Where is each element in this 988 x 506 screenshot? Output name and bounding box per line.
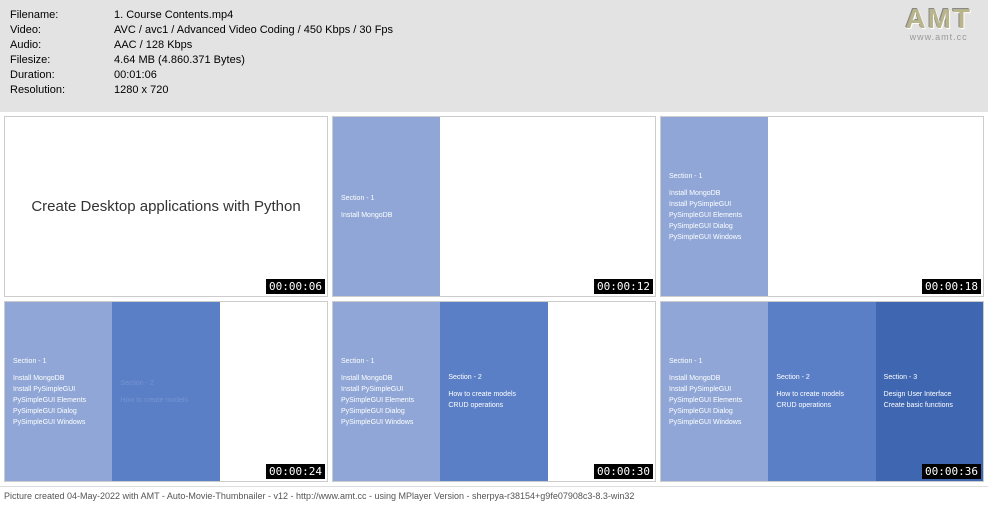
section-item: Design User Interface [884, 389, 975, 400]
amt-logo: AMT www.amt.cc [905, 6, 972, 42]
section-item: PySimpleGUI Windows [13, 417, 104, 428]
section-1-column: Section - 1 Install MongoDB Install PySi… [661, 302, 768, 481]
section-item: Install PySimpleGUI [13, 384, 104, 395]
section-item: How to create models [776, 389, 867, 400]
timestamp: 00:00:24 [266, 464, 325, 479]
section-item: PySimpleGUI Windows [669, 417, 760, 428]
meta-filesize: Filesize: 4.64 MB (4.860.371 Bytes) [10, 53, 978, 68]
slide-content: Section - 1 Install MongoDB Install PySi… [661, 302, 983, 481]
meta-audio: Audio: AAC / 128 Kbps [10, 38, 978, 53]
thumbnail-4: Section - 1 Install MongoDB Install PySi… [4, 301, 328, 482]
meta-resolution: Resolution: 1280 x 720 [10, 83, 978, 98]
section-item: Install PySimpleGUI [669, 199, 760, 210]
section-item: Create basic functions [884, 400, 975, 411]
section-item: Install MongoDB [341, 373, 432, 384]
section-item: CRUD operations [448, 400, 539, 411]
section-1-column: Section - 1 Install MongoDB Install PySi… [661, 117, 768, 296]
section-item: PySimpleGUI Windows [341, 417, 432, 428]
section-item: PySimpleGUI Windows [669, 232, 760, 243]
logo-text: AMT [905, 6, 972, 32]
meta-label: Resolution: [10, 83, 114, 98]
section-label: Section - 2 [120, 378, 211, 389]
section-label: Section - 1 [669, 171, 760, 182]
meta-label: Filename: [10, 8, 114, 23]
meta-value: AAC / 128 Kbps [114, 38, 192, 53]
meta-value: 4.64 MB (4.860.371 Bytes) [114, 53, 245, 68]
thumbnail-5: Section - 1 Install MongoDB Install PySi… [332, 301, 656, 482]
meta-value: 1. Course Contents.mp4 [114, 8, 233, 23]
section-label: Section - 1 [669, 356, 760, 367]
section-item: Install PySimpleGUI [341, 384, 432, 395]
section-label: Section - 2 [776, 372, 867, 383]
section-label: Section - 1 [341, 193, 432, 204]
thumbnail-grid: Create Desktop applications with Python … [0, 112, 988, 486]
empty-column [768, 117, 875, 296]
slide-title: Create Desktop applications with Python [5, 117, 327, 296]
thumbnail-2: Section - 1 Install MongoDB 00:00:12 [332, 116, 656, 297]
section-1-column: Section - 1 Install MongoDB Install PySi… [333, 302, 440, 481]
section-item: PySimpleGUI Dialog [13, 406, 104, 417]
empty-column [876, 117, 983, 296]
timestamp: 00:00:30 [594, 464, 653, 479]
section-item: How to create models [120, 395, 211, 406]
section-2-column: Section - 2 How to create models [112, 302, 219, 481]
meta-value: AVC / avc1 / Advanced Video Coding / 450… [114, 23, 393, 38]
meta-label: Video: [10, 23, 114, 38]
meta-value: 1280 x 720 [114, 83, 168, 98]
section-item: Install PySimpleGUI [669, 384, 760, 395]
section-item: PySimpleGUI Dialog [341, 406, 432, 417]
section-item: Install MongoDB [341, 210, 432, 221]
meta-label: Audio: [10, 38, 114, 53]
section-label: Section - 3 [884, 372, 975, 383]
section-item: Install MongoDB [13, 373, 104, 384]
slide-content: Section - 1 Install MongoDB Install PySi… [5, 302, 327, 481]
meta-filename: Filename: 1. Course Contents.mp4 [10, 8, 978, 23]
slide-content: Section - 1 Install MongoDB [333, 117, 655, 296]
thumbnail-6: Section - 1 Install MongoDB Install PySi… [660, 301, 984, 482]
section-1-column: Section - 1 Install MongoDB [333, 117, 440, 296]
timestamp: 00:00:18 [922, 279, 981, 294]
section-3-column: Section - 3 Design User Interface Create… [876, 302, 983, 481]
empty-column [548, 117, 655, 296]
empty-column [548, 302, 655, 481]
meta-value: 00:01:06 [114, 68, 157, 83]
meta-duration: Duration: 00:01:06 [10, 68, 978, 83]
section-2-column: Section - 2 How to create models CRUD op… [440, 302, 547, 481]
section-1-column: Section - 1 Install MongoDB Install PySi… [5, 302, 112, 481]
timestamp: 00:00:36 [922, 464, 981, 479]
meta-video: Video: AVC / avc1 / Advanced Video Codin… [10, 23, 978, 38]
section-item: Install MongoDB [669, 373, 760, 384]
section-item: Install MongoDB [669, 188, 760, 199]
timestamp: 00:00:12 [594, 279, 653, 294]
logo-url: www.amt.cc [905, 32, 972, 42]
section-item: PySimpleGUI Elements [669, 210, 760, 221]
section-item: How to create models [448, 389, 539, 400]
section-item: PySimpleGUI Elements [13, 395, 104, 406]
slide-content: Section - 1 Install MongoDB Install PySi… [333, 302, 655, 481]
empty-column [440, 117, 547, 296]
meta-label: Filesize: [10, 53, 114, 68]
thumbnail-3: Section - 1 Install MongoDB Install PySi… [660, 116, 984, 297]
empty-column [220, 302, 327, 481]
timestamp: 00:00:06 [266, 279, 325, 294]
section-item: PySimpleGUI Elements [669, 395, 760, 406]
section-item: CRUD operations [776, 400, 867, 411]
section-item: PySimpleGUI Elements [341, 395, 432, 406]
slide-content: Section - 1 Install MongoDB Install PySi… [661, 117, 983, 296]
meta-label: Duration: [10, 68, 114, 83]
footer-text: Picture created 04-May-2022 with AMT - A… [0, 486, 988, 506]
section-2-column: Section - 2 How to create models CRUD op… [768, 302, 875, 481]
thumbnail-1: Create Desktop applications with Python … [4, 116, 328, 297]
metadata-header: Filename: 1. Course Contents.mp4 Video: … [0, 0, 988, 112]
section-item: PySimpleGUI Dialog [669, 221, 760, 232]
section-label: Section - 2 [448, 372, 539, 383]
section-item: PySimpleGUI Dialog [669, 406, 760, 417]
section-label: Section - 1 [13, 356, 104, 367]
section-label: Section - 1 [341, 356, 432, 367]
